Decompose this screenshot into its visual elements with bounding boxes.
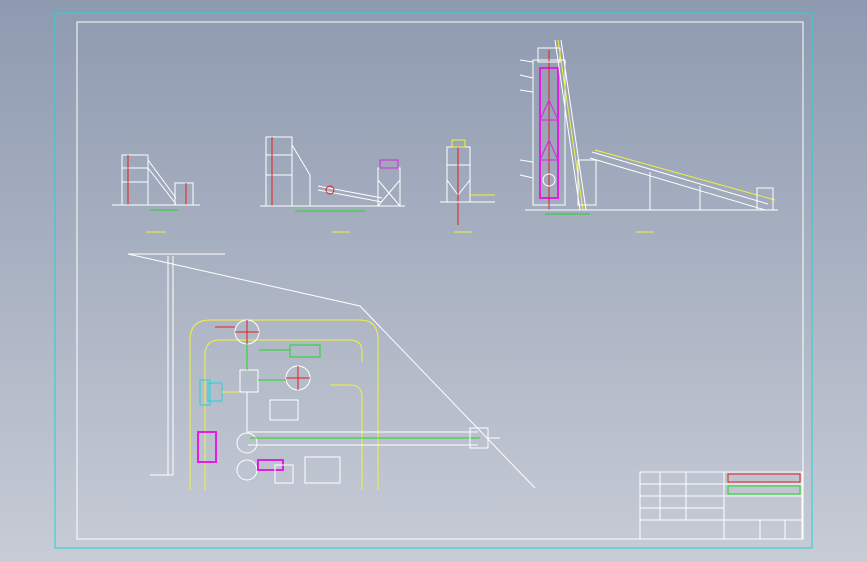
elevation-view-a	[112, 154, 200, 233]
elevation-view-b	[260, 136, 405, 233]
elevation-view-d	[519, 39, 778, 233]
inner-frame	[76, 21, 804, 540]
cad-drawing-sheet	[54, 12, 813, 549]
title-block	[639, 471, 803, 540]
outer-frame	[54, 12, 813, 549]
elevation-view-c	[440, 139, 495, 233]
site-plan-view	[127, 253, 536, 490]
